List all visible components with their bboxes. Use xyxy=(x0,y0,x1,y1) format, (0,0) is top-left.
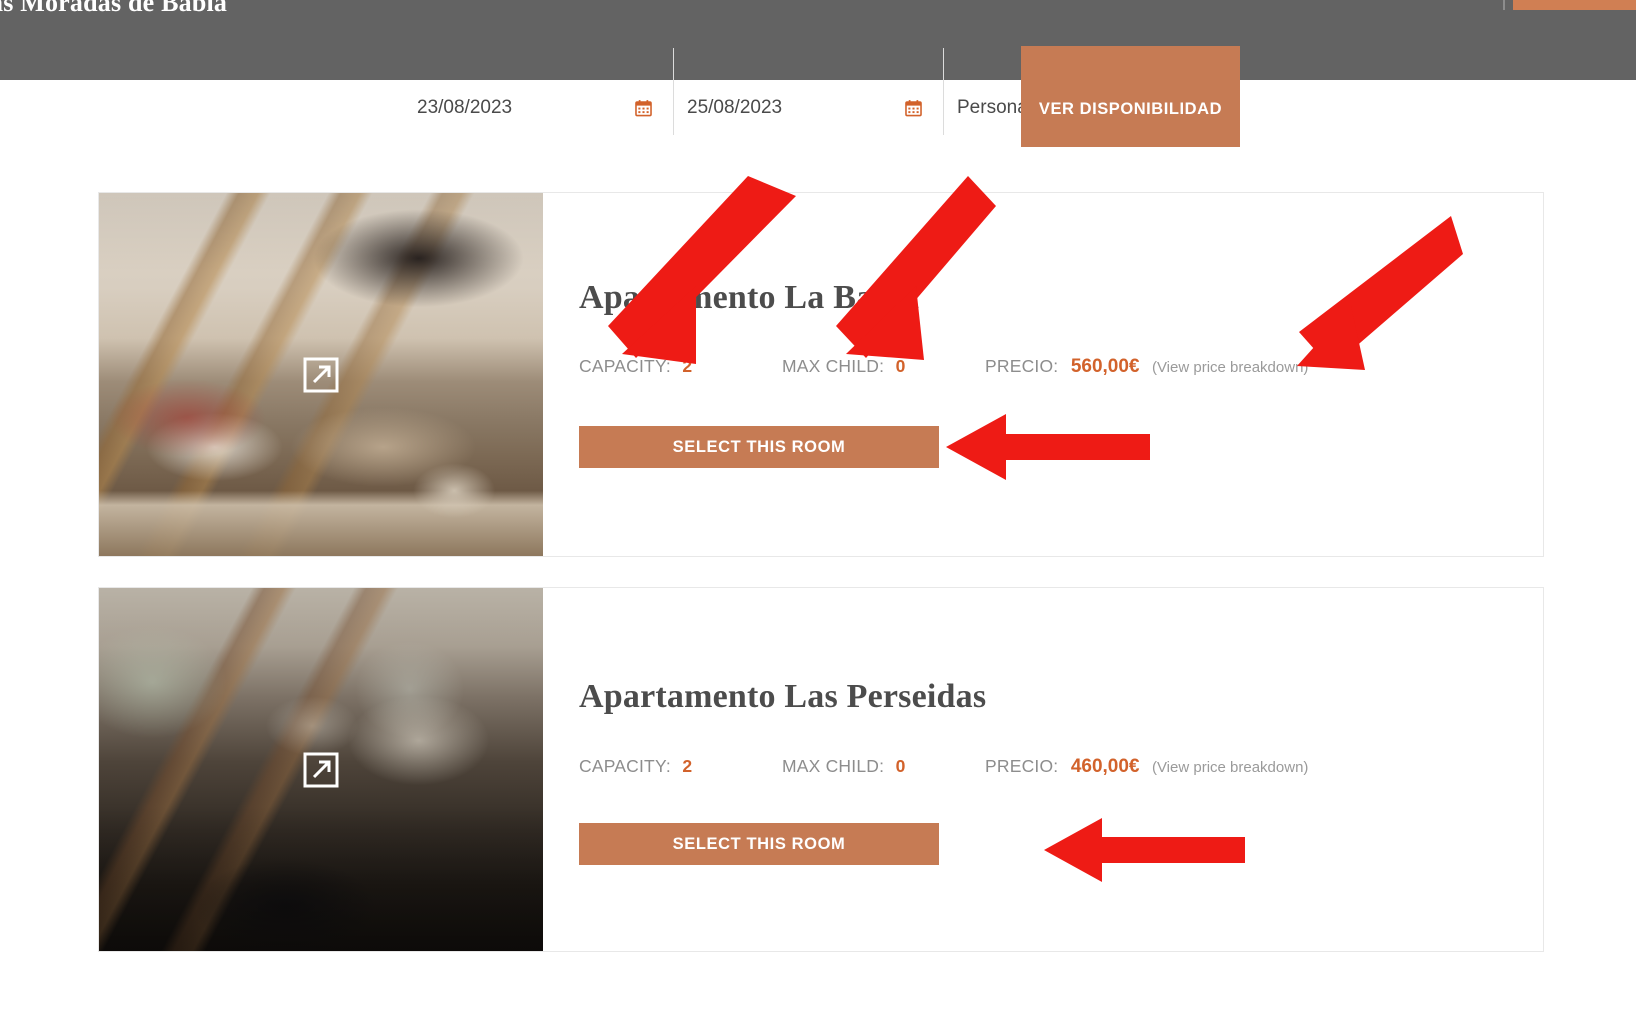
max-child-block: MAX CHILD: 0 xyxy=(782,356,985,377)
calendar-icon[interactable] xyxy=(904,98,923,117)
capacity-value: 2 xyxy=(682,356,693,376)
room-card: Apartamento La Babia CAPACITY: 2 MAX CHI… xyxy=(98,192,1544,557)
max-child-block: MAX CHILD: 0 xyxy=(782,756,985,777)
room-details: Apartamento La Babia CAPACITY: 2 MAX CHI… xyxy=(543,193,1543,556)
capacity-label: CAPACITY: xyxy=(579,356,671,376)
room-meta-row: CAPACITY: 2 MAX CHILD: 0 PRECIO: 560,00€… xyxy=(579,356,1308,378)
check-in-value: 23/08/2023 xyxy=(417,96,513,118)
max-child-value: 0 xyxy=(895,356,906,376)
view-price-breakdown-link[interactable]: (View price breakdown) xyxy=(1152,759,1308,776)
header-divider xyxy=(1503,0,1505,10)
check-in-field[interactable]: 23/08/2023 xyxy=(403,80,673,135)
page-root: as Moradas de Babia 23/08/2023 25/08/202… xyxy=(0,0,1636,1036)
header-accent-bar xyxy=(1513,0,1636,10)
calendar-icon[interactable] xyxy=(634,98,653,117)
site-title: as Moradas de Babia xyxy=(0,0,228,17)
max-child-value: 0 xyxy=(895,756,906,776)
room-thumbnail[interactable] xyxy=(99,193,543,556)
site-header: as Moradas de Babia xyxy=(0,0,1636,80)
capacity-block: CAPACITY: 2 xyxy=(579,756,782,777)
room-thumbnail[interactable] xyxy=(99,588,543,951)
check-out-value: 25/08/2023 xyxy=(687,96,783,118)
room-title: Apartamento Las Perseidas xyxy=(579,678,987,715)
price-block: PRECIO: 560,00€ (View price breakdown) xyxy=(985,356,1308,378)
booking-fields: 23/08/2023 25/08/2023 Persona xyxy=(403,48,1053,135)
select-this-room-button[interactable]: SELECT THIS ROOM xyxy=(579,426,939,468)
guests-label: Persona xyxy=(957,96,1028,118)
booking-bar: 23/08/2023 25/08/2023 Persona VER DISPON… xyxy=(0,46,1636,147)
room-meta-row: CAPACITY: 2 MAX CHILD: 0 PRECIO: 460,00€… xyxy=(579,756,1308,778)
room-card: Apartamento Las Perseidas CAPACITY: 2 MA… xyxy=(98,587,1544,952)
room-list: Apartamento La Babia CAPACITY: 2 MAX CHI… xyxy=(98,192,1544,982)
max-child-label: MAX CHILD: xyxy=(782,356,885,376)
room-title: Apartamento La Babia xyxy=(579,279,920,316)
view-price-breakdown-link[interactable]: (View price breakdown) xyxy=(1152,359,1308,376)
capacity-label: CAPACITY: xyxy=(579,756,671,776)
capacity-value: 2 xyxy=(682,756,693,776)
price-value: 460,00€ xyxy=(1070,756,1140,777)
max-child-label: MAX CHILD: xyxy=(782,756,885,776)
price-label: PRECIO: xyxy=(985,756,1059,776)
check-out-field[interactable]: 25/08/2023 xyxy=(673,48,943,135)
price-label: PRECIO: xyxy=(985,356,1059,376)
select-this-room-button[interactable]: SELECT THIS ROOM xyxy=(579,823,939,865)
price-value: 560,00€ xyxy=(1070,356,1140,377)
room-details: Apartamento Las Perseidas CAPACITY: 2 MA… xyxy=(543,588,1543,951)
price-block: PRECIO: 460,00€ (View price breakdown) xyxy=(985,756,1308,778)
expand-icon[interactable] xyxy=(303,357,339,393)
capacity-block: CAPACITY: 2 xyxy=(579,356,782,377)
expand-icon[interactable] xyxy=(303,752,339,788)
view-availability-button[interactable]: VER DISPONIBILIDAD xyxy=(1021,46,1240,147)
